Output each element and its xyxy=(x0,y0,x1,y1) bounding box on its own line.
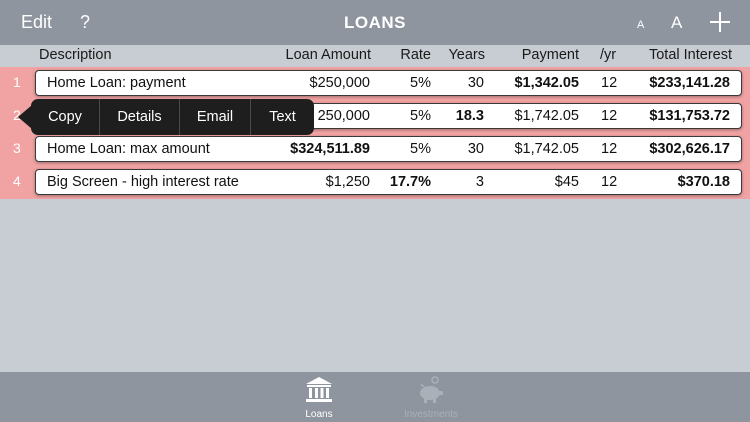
loan-row[interactable]: 3 Home Loan: max amount $324,511.89 5% 3… xyxy=(0,133,750,166)
loan-payments-per-year: 12 xyxy=(601,141,618,157)
row-number: 1 xyxy=(13,74,21,90)
loan-rate: 5% xyxy=(410,75,431,91)
context-menu-bar: Copy Details Email Text xyxy=(31,99,314,135)
loan-years: 30 xyxy=(467,141,484,157)
loan-description: Big Screen - high interest rate xyxy=(47,174,239,190)
loan-payment: $1,742.05 xyxy=(514,108,579,124)
piggy-bank-icon xyxy=(420,376,443,403)
column-header-years: Years xyxy=(448,47,485,63)
column-header-per-year: /yr xyxy=(600,47,617,63)
loan-amount: $250,000 xyxy=(309,75,370,91)
loan-row-card[interactable]: Home Loan: payment $250,000 5% 30 $1,342… xyxy=(35,70,742,96)
plus-icon[interactable] xyxy=(710,12,730,32)
loan-years: 30 xyxy=(467,75,484,91)
loan-payment: $1,742.05 xyxy=(514,141,579,157)
loan-total-interest: $370.18 xyxy=(677,174,730,190)
navigation-bar: Edit ? LOANS A A xyxy=(0,0,750,45)
loan-years: 18.3 xyxy=(455,108,484,124)
context-menu: Copy Details Email Text xyxy=(18,99,314,135)
column-header-total-interest: Total Interest xyxy=(648,47,732,63)
edit-button[interactable]: Edit xyxy=(21,12,52,33)
row-number: 3 xyxy=(13,140,21,156)
loan-payments-per-year: 12 xyxy=(601,75,618,91)
loan-description: Home Loan: max amount xyxy=(47,141,210,157)
loan-years: 3 xyxy=(475,174,484,190)
column-header-rate: Rate xyxy=(400,47,431,63)
email-menu-item[interactable]: Email xyxy=(180,99,251,135)
column-header-payment: Payment xyxy=(521,47,579,63)
loan-row[interactable]: 1 Home Loan: payment $250,000 5% 30 $1,3… xyxy=(0,67,750,100)
tab-loans[interactable]: Loans xyxy=(274,372,364,422)
column-header-row: Description Loan Amount Rate Years Payme… xyxy=(0,45,750,67)
loan-row-card[interactable]: Big Screen - high interest rate $1,250 1… xyxy=(35,169,742,195)
loan-payments-per-year: 12 xyxy=(601,108,618,124)
tab-investments[interactable]: Investments xyxy=(386,372,476,422)
bank-icon xyxy=(306,377,332,402)
help-button[interactable]: ? xyxy=(80,12,90,33)
column-header-loan-amount: Loan Amount xyxy=(285,47,371,63)
copy-menu-item[interactable]: Copy xyxy=(31,99,100,135)
loan-payment: $1,342.05 xyxy=(514,75,579,91)
loan-total-interest: $131,753.72 xyxy=(649,108,730,124)
context-menu-arrow xyxy=(18,105,32,129)
loan-total-interest: $302,626.17 xyxy=(649,141,730,157)
loan-rate: 5% xyxy=(410,141,431,157)
loan-row[interactable]: 4 Big Screen - high interest rate $1,250… xyxy=(0,166,750,199)
details-menu-item[interactable]: Details xyxy=(100,99,180,135)
decrease-font-button[interactable]: A xyxy=(637,19,644,31)
tab-investments-label: Investments xyxy=(404,409,458,420)
loan-payment: $45 xyxy=(554,174,579,190)
loan-amount: 250,000 xyxy=(317,108,370,124)
loan-amount: $324,511.89 xyxy=(290,141,370,157)
tab-loans-label: Loans xyxy=(305,409,333,420)
tab-bar: Loans Investments xyxy=(0,372,750,422)
increase-font-button[interactable]: A xyxy=(671,13,682,33)
loan-row-card[interactable]: Home Loan: max amount $324,511.89 5% 30 … xyxy=(35,136,742,162)
loan-amount: $1,250 xyxy=(325,174,370,190)
loan-description: Home Loan: payment xyxy=(47,75,186,91)
loan-total-interest: $233,141.28 xyxy=(649,75,730,91)
loan-rate: 17.7% xyxy=(389,174,431,190)
text-menu-item[interactable]: Text xyxy=(251,99,314,135)
column-header-description: Description xyxy=(39,47,112,63)
loan-rate: 5% xyxy=(410,108,431,124)
loan-payments-per-year: 12 xyxy=(601,174,618,190)
row-number: 4 xyxy=(13,173,21,189)
